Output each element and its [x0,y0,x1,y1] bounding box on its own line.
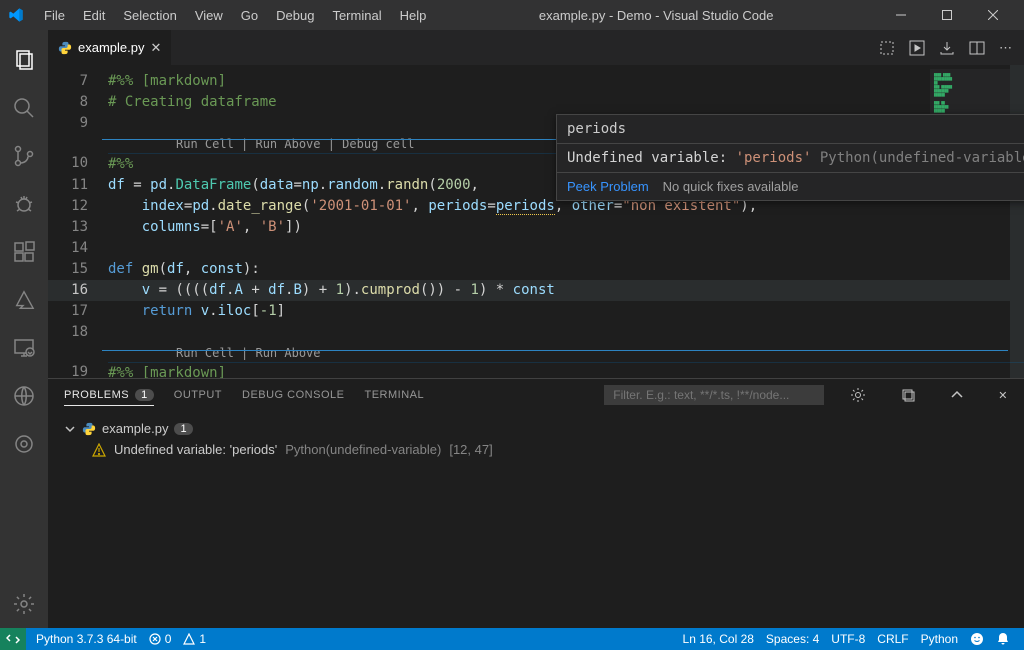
line-number: 8 [48,92,108,113]
status-cursor-position[interactable]: Ln 16, Col 28 [677,632,760,646]
problem-message: Undefined variable: 'periods' [114,442,277,457]
collapse-all-icon[interactable] [900,387,916,403]
status-bar: Python 3.7.3 64-bit 0 1 Ln 16, Col 28 Sp… [0,628,1024,650]
menu-terminal[interactable]: Terminal [324,4,389,27]
status-indentation[interactable]: Spaces: 4 [760,632,825,646]
status-warnings[interactable]: 1 [177,632,212,646]
debugger-icon[interactable] [0,180,48,228]
search-icon[interactable] [0,84,48,132]
download-icon[interactable] [939,40,955,56]
line-number: 15 [48,259,108,280]
title-bar: File Edit Selection View Go Debug Termin… [0,0,1024,30]
window-title: example.py - Demo - Visual Studio Code [434,8,878,23]
problems-count-badge: 1 [135,389,154,401]
explorer-icon[interactable] [0,36,48,84]
azure-icon[interactable] [0,276,48,324]
run-cell-icon[interactable] [909,40,925,56]
menu-edit[interactable]: Edit [75,4,113,27]
editor-actions: ⋯ [867,30,1024,65]
problems-list: example.py 1 Undefined variable: 'period… [48,411,1024,628]
tab-label: example.py [78,40,144,55]
maximize-button[interactable] [924,0,970,30]
status-notifications-icon[interactable] [990,632,1016,646]
warning-icon [92,443,106,457]
panel-tabs: PROBLEMS1 OUTPUT DEBUG CONSOLE TERMINAL … [48,379,1024,411]
settings-gear-icon[interactable] [0,580,48,628]
problem-source: Python(undefined-variable) [285,442,441,457]
codelens-icon[interactable] [879,40,895,56]
minimize-button[interactable] [878,0,924,30]
more-actions-icon[interactable]: ⋯ [999,40,1012,56]
filter-settings-icon[interactable] [850,387,866,403]
no-quick-fixes-label: No quick fixes available [663,179,799,194]
chevron-down-icon [64,423,76,435]
panel-tab-problems[interactable]: PROBLEMS1 [64,389,154,406]
editor-tabs: example.py ✕ ⋯ [48,30,1024,65]
status-language[interactable]: Python [915,632,964,646]
menu-help[interactable]: Help [392,4,435,27]
line-number: 12 [48,196,108,217]
line-number: 11 [48,175,108,196]
menu-view[interactable]: View [187,4,231,27]
status-feedback-icon[interactable] [964,632,990,646]
panel-tab-debug-console[interactable]: DEBUG CONSOLE [242,389,344,401]
bottom-panel: PROBLEMS1 OUTPUT DEBUG CONSOLE TERMINAL … [48,378,1024,628]
line-number: 9 [48,113,108,134]
remote-explorer-icon[interactable] [0,324,48,372]
window-controls [878,0,1016,30]
target-icon[interactable] [0,420,48,468]
vscode-logo-icon [8,7,24,23]
remote-indicator[interactable] [0,628,26,650]
status-eol[interactable]: CRLF [871,632,914,646]
extensions-icon[interactable] [0,228,48,276]
file-problem-count-badge: 1 [174,423,192,435]
panel-chevron-up-icon[interactable] [950,388,964,402]
activity-bar [0,30,48,628]
hover-tooltip: periods Undefined variable: 'periods' Py… [556,114,1024,201]
panel-close-icon[interactable]: ✕ [998,389,1008,402]
menu-debug[interactable]: Debug [268,4,322,27]
python-file-icon [82,422,96,436]
menu-bar: File Edit Selection View Go Debug Termin… [36,4,434,27]
line-number: 18 [48,322,108,343]
peek-problem-link[interactable]: Peek Problem [567,179,649,194]
code-editor[interactable]: ████ ███████████████████ ███████████████… [48,65,1024,378]
menu-selection[interactable]: Selection [115,4,184,27]
hover-title: periods [557,115,1024,143]
problems-file-row[interactable]: example.py 1 [64,417,1008,440]
problem-item[interactable]: Undefined variable: 'periods' Python(und… [64,440,1008,459]
menu-file[interactable]: File [36,4,73,27]
status-errors[interactable]: 0 [143,632,178,646]
line-number: 13 [48,217,108,238]
line-number: 7 [48,71,108,92]
status-encoding[interactable]: UTF-8 [825,632,871,646]
problem-location: [12, 47] [449,442,492,457]
panel-tab-terminal[interactable]: TERMINAL [364,389,424,401]
status-python-version[interactable]: Python 3.7.3 64-bit [30,632,143,646]
source-control-icon[interactable] [0,132,48,180]
line-number: 16 [48,280,108,301]
split-editor-icon[interactable] [969,40,985,56]
problems-filter-input[interactable] [604,385,824,405]
hover-body: Undefined variable: 'periods' Python(und… [557,144,1024,172]
line-number: 14 [48,238,108,259]
codelens-cell2[interactable]: Run Cell | Run Above [48,343,1024,362]
line-number: 10 [48,153,108,174]
python-file-icon [58,41,72,55]
close-button[interactable] [970,0,1016,30]
tab-example-py[interactable]: example.py ✕ [48,30,172,65]
problems-file-name: example.py [102,421,168,436]
menu-go[interactable]: Go [233,4,266,27]
line-number: 17 [48,301,108,322]
line-number: 19 [48,362,108,378]
git-graph-icon[interactable] [0,372,48,420]
panel-tab-output[interactable]: OUTPUT [174,389,222,401]
tab-close-icon[interactable]: ✕ [150,40,161,56]
